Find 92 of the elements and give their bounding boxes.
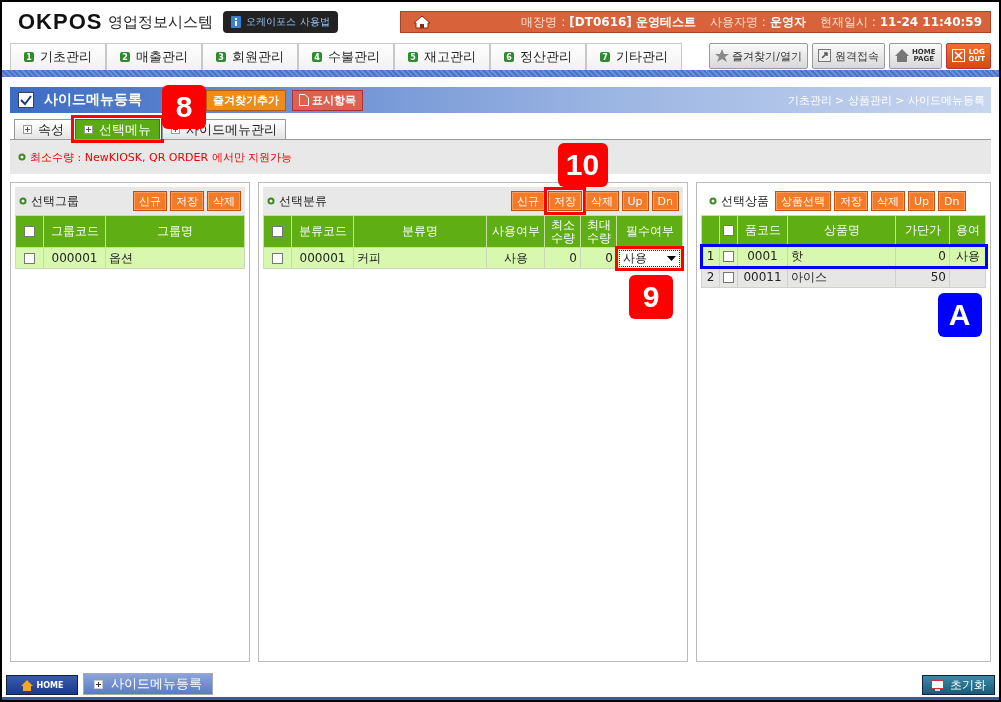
- caret-icon: [667, 255, 676, 261]
- breadcrumb: 기초관리 > 상품관리 > 사이드메뉴등록: [787, 92, 985, 108]
- bullet-icon: [709, 197, 717, 205]
- panel-title: 선택분류: [279, 192, 327, 210]
- number-badge: 3: [216, 52, 226, 62]
- toolbar-button[interactable]: 원격접속: [812, 43, 885, 69]
- menu-label: 정산관리: [520, 48, 572, 66]
- checkbox[interactable]: [24, 226, 35, 237]
- menu-label: 회원관리: [232, 48, 284, 66]
- column-header: 상품명: [787, 215, 896, 246]
- bullet-icon: [267, 197, 275, 205]
- menu-tab[interactable]: 4 수불관리: [298, 43, 394, 70]
- checkbox[interactable]: [24, 253, 35, 264]
- home-button[interactable]: HOME: [6, 675, 78, 695]
- number-badge: 4: [312, 52, 322, 62]
- info-icon: [231, 16, 242, 28]
- column-header: 분류명: [353, 215, 487, 248]
- home-icon: [412, 15, 431, 29]
- number-badge: 5: [408, 52, 418, 62]
- column-header: 필수여부: [616, 215, 683, 248]
- logo: OKPOS: [18, 9, 103, 35]
- checkbox[interactable]: [723, 272, 734, 283]
- star-icon: [715, 49, 730, 63]
- table-cell: 핫: [787, 245, 896, 267]
- house-icon: [20, 679, 33, 691]
- menu-tab[interactable]: 1 기초관리: [10, 43, 106, 70]
- info-label: 사용자명 :: [710, 13, 766, 31]
- checkbox[interactable]: [723, 251, 734, 262]
- table-row[interactable]: 2 00011 아이스 50: [701, 266, 986, 288]
- bullet-icon: [19, 197, 27, 205]
- monitor-icon: [931, 679, 944, 691]
- column-header: 최소 수량: [544, 215, 581, 248]
- column-header: 그룹명: [105, 215, 245, 248]
- callout-badge: 10: [557, 143, 608, 187]
- menu-tab[interactable]: 5 재고관리: [394, 43, 490, 70]
- column-header: 사용여부: [486, 215, 545, 248]
- plus-icon: [94, 679, 103, 689]
- column-header: 분류코드: [291, 215, 354, 248]
- number-badge: 1: [24, 52, 34, 62]
- column-header: 그룹코드: [43, 215, 106, 248]
- callout-badge: 8: [162, 85, 206, 129]
- checkbox[interactable]: [272, 253, 283, 264]
- menu-tab[interactable]: 2 매출관리: [106, 43, 202, 70]
- row-number: 1: [701, 245, 720, 267]
- sub-tab[interactable]: 속성: [14, 119, 73, 139]
- table-row[interactable]: 1 0001 핫 0 사용: [701, 245, 986, 267]
- page-button[interactable]: 표시항목: [292, 89, 363, 111]
- page-title: 사이드메뉴등록: [44, 91, 142, 109]
- checkbox[interactable]: [723, 225, 734, 236]
- menu-label: 재고관리: [424, 48, 476, 66]
- bullet-icon: [18, 153, 26, 161]
- info-value: 11-24 11:40:59: [879, 15, 982, 29]
- menu-label: 매출관리: [136, 48, 188, 66]
- document-icon: [299, 94, 309, 106]
- table-cell: 0001: [737, 245, 788, 267]
- column-header: 품코드: [737, 215, 788, 246]
- system-name: 영업정보시스템: [108, 12, 214, 32]
- menu-tab[interactable]: 7 기타관리: [586, 43, 682, 70]
- plus-icon: [23, 125, 32, 134]
- menu-tab[interactable]: 3 회원관리: [202, 43, 298, 70]
- column-header: 용여: [949, 215, 986, 246]
- info-label: 매장명 :: [521, 13, 566, 31]
- menu-tab[interactable]: 6 정산관리: [490, 43, 586, 70]
- house-icon: [895, 49, 909, 63]
- notice-text: 최소수량 : NewKIOSK, QR ORDER 에서만 지원가능: [30, 149, 293, 165]
- checkbox-icon: [18, 92, 34, 108]
- number-badge: 2: [120, 52, 130, 62]
- info-value: [DT0616] 운영테스트: [569, 13, 696, 31]
- table-cell: 사용: [949, 245, 986, 267]
- checkbox[interactable]: [272, 226, 283, 237]
- plus-icon: [84, 125, 93, 134]
- info-label: 현재일시 :: [819, 13, 876, 31]
- reset-button[interactable]: 초기화: [922, 675, 995, 695]
- callout-badge: 9: [629, 274, 673, 319]
- menu-label: 기타관리: [616, 48, 668, 66]
- panel-title: 선택그룹: [31, 192, 79, 210]
- number-badge: 6: [504, 52, 514, 62]
- callout-badge: A: [937, 292, 982, 337]
- table-row[interactable]: 000001 옵션: [15, 247, 245, 269]
- column-header: 가단가: [895, 215, 950, 246]
- window-icon: [818, 49, 832, 63]
- menu-label: 수불관리: [328, 48, 380, 66]
- number-badge: 7: [600, 52, 610, 62]
- column-header: 최대 수량: [580, 215, 617, 248]
- table-cell: 0: [895, 245, 950, 267]
- info-value: 운영자: [769, 13, 806, 31]
- help-button[interactable]: 오케이포스 사용법: [223, 11, 338, 33]
- toolbar-button[interactable]: 즐겨찾기/열기: [709, 43, 808, 69]
- panel-title: 선택상품: [721, 192, 769, 210]
- menu-label: 기초관리: [40, 48, 92, 66]
- close-icon: [951, 49, 966, 63]
- table-row[interactable]: 000001 커피 사용 0 0 사용: [263, 247, 683, 269]
